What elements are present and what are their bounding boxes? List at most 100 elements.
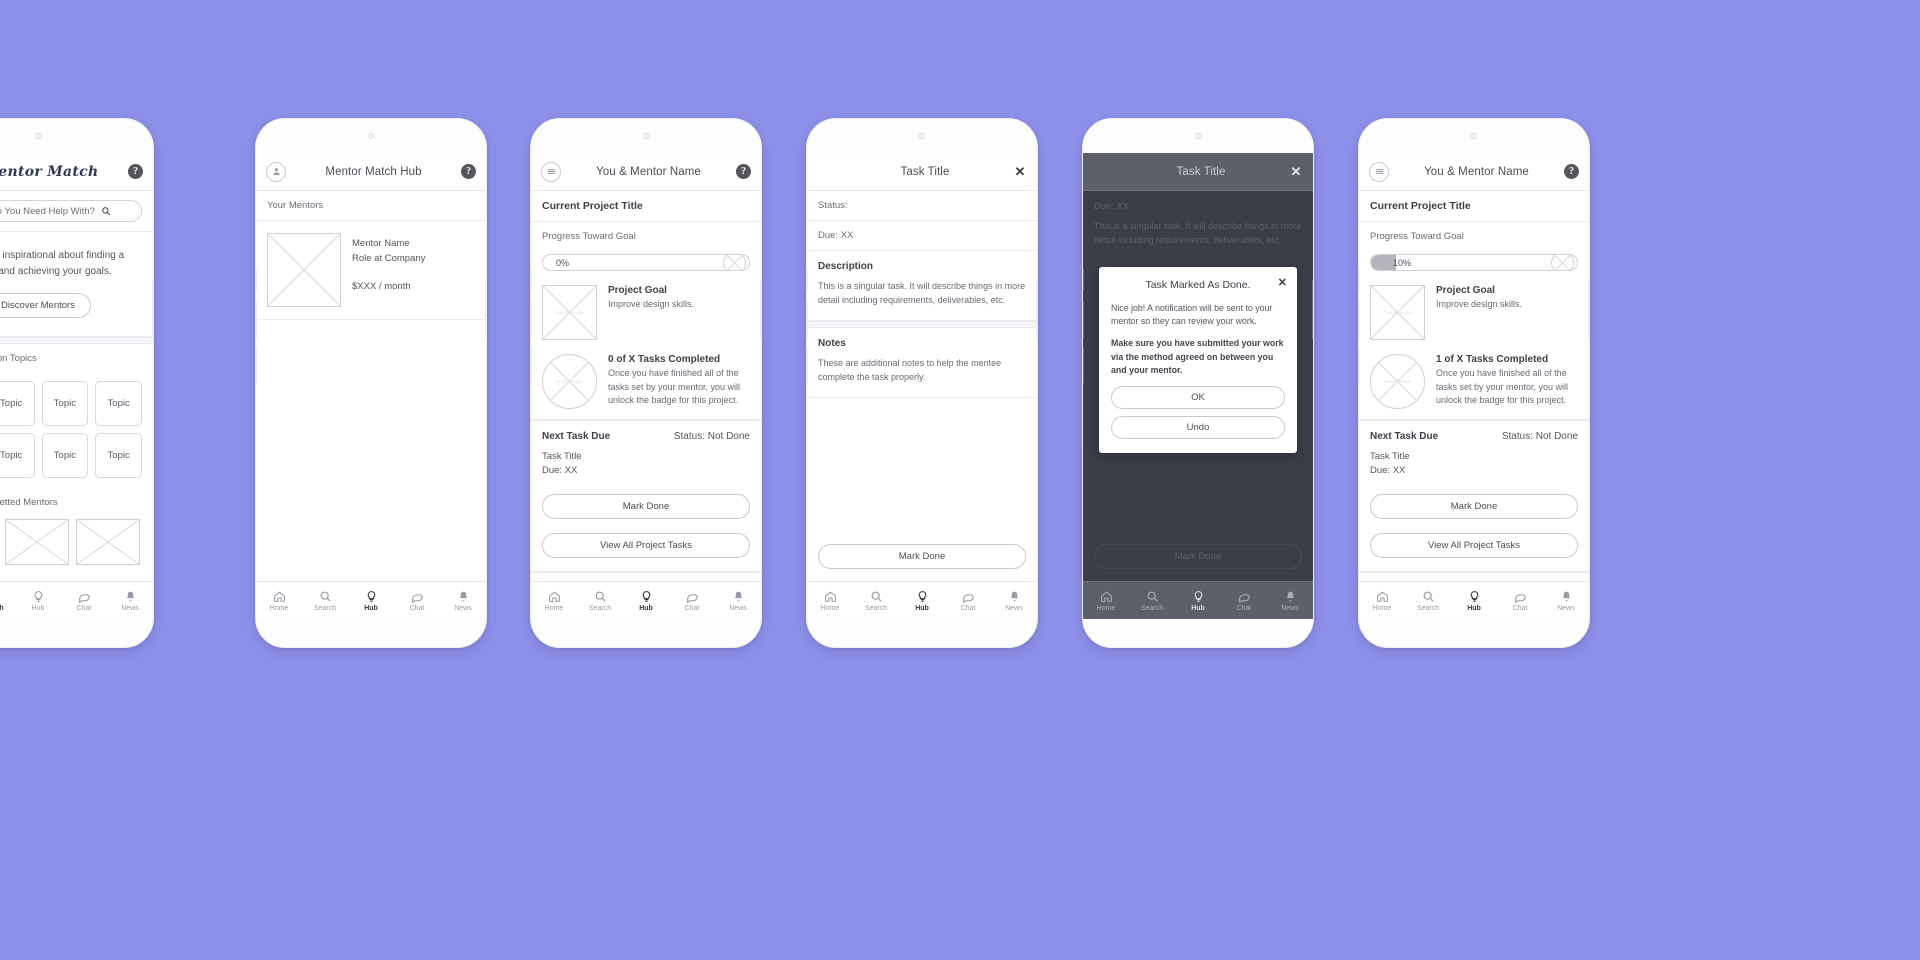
- tasks-completed-title: 0 of X Tasks Completed: [608, 354, 721, 365]
- tab-news[interactable]: News: [107, 582, 153, 619]
- view-all-tasks-button[interactable]: View All Project Tasks: [542, 532, 750, 558]
- help-icon[interactable]: ?: [1564, 164, 1579, 179]
- appbar: You & Mentor Name ?: [1359, 153, 1589, 191]
- tab-label: Home: [1372, 604, 1392, 612]
- tab-home[interactable]: Home: [1083, 582, 1129, 619]
- lightbulb-icon: [642, 590, 650, 602]
- tab-news[interactable]: News: [991, 582, 1037, 619]
- topic-tile[interactable]: Topic: [0, 433, 35, 478]
- tab-hub[interactable]: Hub: [1451, 582, 1497, 619]
- close-icon[interactable]: ✕: [1278, 276, 1287, 289]
- mentor-thumb[interactable]: [76, 519, 140, 565]
- tab-search[interactable]: Search: [853, 582, 899, 619]
- tab-news[interactable]: News: [715, 582, 761, 619]
- ok-button[interactable]: OK: [1111, 385, 1285, 409]
- next-task-info: Task Title Due: XX: [531, 444, 761, 487]
- camera-icon: [1471, 133, 1477, 139]
- tab-search[interactable]: Search: [0, 582, 15, 619]
- help-icon[interactable]: ?: [461, 164, 476, 179]
- topics-grid: Topic Topic Topic Topic Topic Topic Topi…: [0, 373, 153, 488]
- undo-button[interactable]: Undo: [1111, 415, 1285, 439]
- tab-news[interactable]: News: [1267, 582, 1313, 619]
- goal-desc: Improve design skills.: [608, 299, 695, 309]
- mentor-card[interactable]: Mentor Name Role at Company $XXX / month: [256, 221, 486, 320]
- help-icon[interactable]: ?: [128, 164, 143, 179]
- camera-icon: [368, 133, 374, 139]
- tab-news[interactable]: News: [440, 582, 486, 619]
- tab-label: News: [1557, 604, 1575, 612]
- tab-hub[interactable]: Hub: [899, 582, 945, 619]
- discover-mentors-button[interactable]: Discover Mentors: [0, 293, 91, 318]
- tab-chat[interactable]: Chat: [1221, 582, 1267, 619]
- tab-search[interactable]: Search: [577, 582, 623, 619]
- close-icon[interactable]: ✕: [1013, 165, 1027, 178]
- section-divider: [807, 320, 1037, 328]
- search-input[interactable]: What Do You Need Help With?: [0, 200, 142, 222]
- tab-home[interactable]: Home: [1359, 582, 1405, 619]
- tab-home[interactable]: Home: [531, 582, 577, 619]
- topic-tile[interactable]: Topic: [41, 381, 89, 426]
- tab-search[interactable]: Search: [1129, 582, 1175, 619]
- tab-label: News: [1281, 604, 1299, 612]
- tab-hub[interactable]: Hub: [623, 582, 669, 619]
- progress-slider[interactable]: 10%: [1359, 244, 1589, 275]
- mentor-name: Mentor Name: [352, 238, 410, 249]
- tab-news[interactable]: News: [1543, 582, 1589, 619]
- bottom-tab-bar: Home Search Hub Chat News: [256, 581, 486, 619]
- tab-home[interactable]: Home: [807, 582, 853, 619]
- tab-label: Search: [864, 604, 888, 612]
- next-task-header: Next Task Due Status: Not Done: [1359, 421, 1589, 444]
- tab-hub[interactable]: Hub: [348, 582, 394, 619]
- person-icon[interactable]: [266, 161, 286, 182]
- lightbulb-icon: [918, 590, 926, 602]
- topic-tile[interactable]: Topic: [95, 381, 142, 426]
- badge-image-placeholder: badge image: [1370, 285, 1425, 340]
- appbar: Mentor Match ?: [0, 153, 153, 191]
- tab-search[interactable]: Search: [1405, 582, 1451, 619]
- camera-icon: [919, 133, 925, 139]
- tab-chat[interactable]: Chat: [394, 582, 440, 619]
- tab-chat[interactable]: Chat: [61, 582, 107, 619]
- chat-icon: [962, 593, 974, 603]
- hero-text: Something inspirational about finding a …: [0, 250, 125, 277]
- view-all-tasks-button[interactable]: View All Project Tasks: [1370, 532, 1578, 558]
- tab-hub[interactable]: Hub: [1175, 582, 1221, 619]
- tab-chat[interactable]: Chat: [1497, 582, 1543, 619]
- mentor-thumb[interactable]: [5, 519, 69, 565]
- camera-icon: [1195, 133, 1201, 139]
- close-icon[interactable]: ✕: [1289, 165, 1303, 178]
- progress-slider[interactable]: 0%: [531, 244, 761, 275]
- mark-done-button[interactable]: Mark Done: [1370, 493, 1578, 519]
- tab-label: Chat: [1512, 604, 1528, 612]
- tab-label: Home: [820, 604, 840, 612]
- tab-chat[interactable]: Chat: [669, 582, 715, 619]
- hero-section: Something inspirational about finding a …: [0, 232, 153, 337]
- tab-chat[interactable]: Chat: [945, 582, 991, 619]
- phone-screen-3: You & Mentor Name ? Current Project Titl…: [530, 118, 762, 648]
- phone-bezel-top: [0, 119, 153, 153]
- topic-tile[interactable]: Topic: [0, 381, 35, 426]
- topic-tile[interactable]: Topic: [41, 433, 89, 478]
- search-section: What Do You Need Help With?: [0, 191, 153, 232]
- lightbulb-icon: [1470, 590, 1478, 602]
- help-icon[interactable]: ?: [736, 164, 751, 179]
- tab-label: Chat: [960, 604, 976, 612]
- mark-done-button[interactable]: Mark Done: [818, 544, 1026, 569]
- progress-knob[interactable]: [723, 255, 746, 270]
- tab-label: Search: [588, 604, 612, 612]
- phone-screen-1: Mentor Match ? What Do You Need Help Wit…: [0, 118, 154, 648]
- tab-home[interactable]: Home: [256, 582, 302, 619]
- tab-label: News: [454, 604, 472, 612]
- topic-tile[interactable]: Topic: [95, 433, 142, 478]
- tab-hub[interactable]: Hub: [15, 582, 61, 619]
- hamburger-icon[interactable]: [541, 161, 561, 182]
- dialog-body-1: Nice job! A notification will be sent to…: [1111, 303, 1273, 327]
- progress-knob[interactable]: [1551, 255, 1574, 270]
- progress-heading: Progress Toward Goal: [542, 231, 636, 242]
- tab-search[interactable]: Search: [302, 582, 348, 619]
- description-heading: Description: [818, 261, 874, 272]
- hamburger-icon[interactable]: [1369, 161, 1389, 182]
- mark-done-button[interactable]: Mark Done: [542, 493, 750, 519]
- chat-icon: [1514, 593, 1526, 603]
- tasks-progress-block: tasks image 1 of X Tasks Completed Once …: [1359, 350, 1589, 419]
